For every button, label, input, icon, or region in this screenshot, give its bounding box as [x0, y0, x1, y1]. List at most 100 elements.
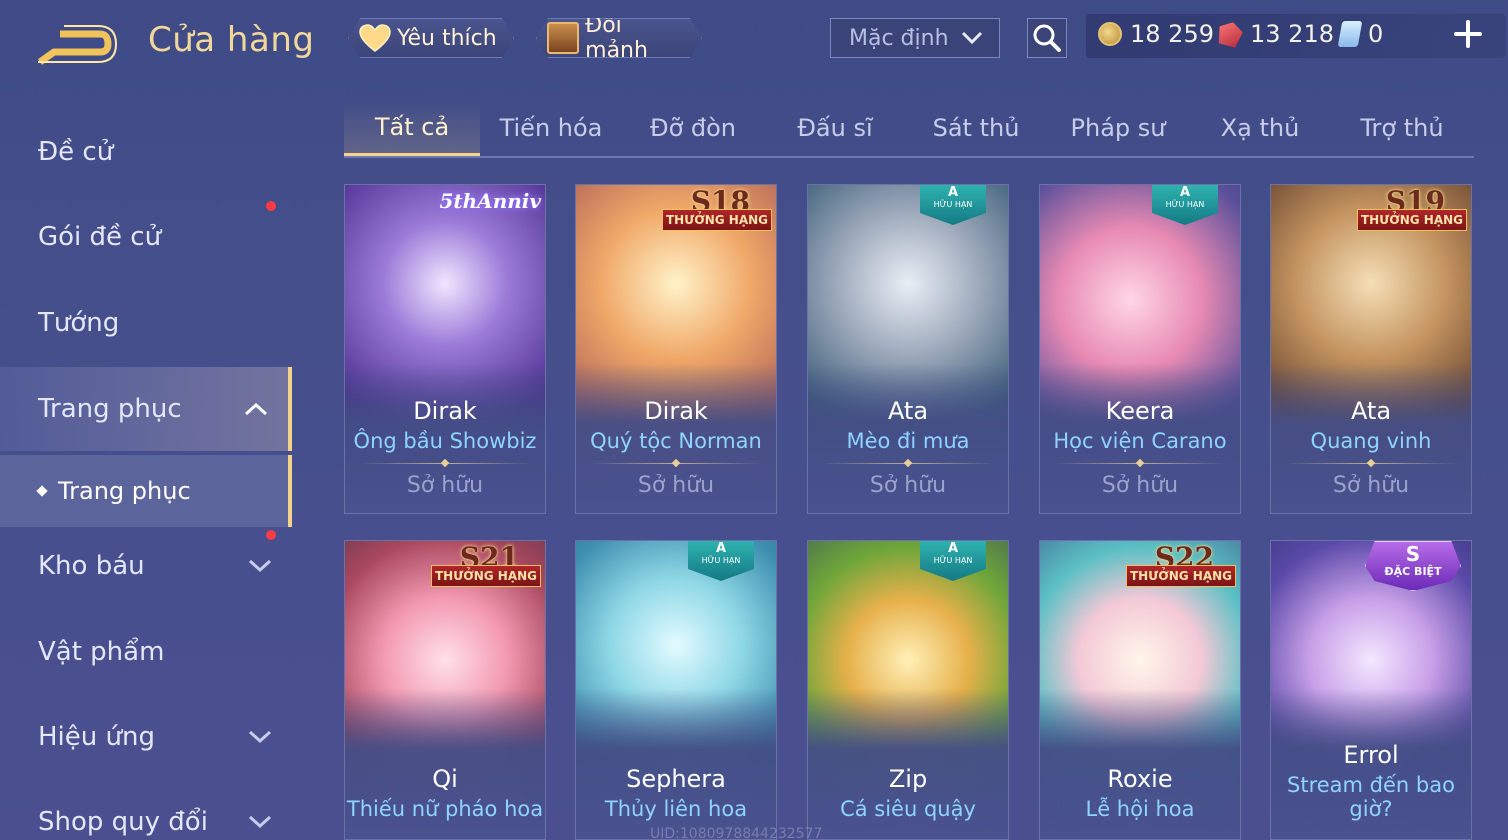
hero-name: Dirak	[644, 397, 708, 425]
sidebar-item-featured[interactable]: Đề cử	[0, 110, 292, 194]
tab-mage[interactable]: Pháp sư	[1046, 100, 1190, 156]
category-tabs: Tất cả Tiến hóa Đỡ đòn Đấu sĩ Sát thủ Ph…	[344, 100, 1474, 158]
chevron-up-icon	[244, 402, 268, 416]
owned-status: Sở hữu	[1332, 473, 1410, 498]
search-icon	[1033, 24, 1061, 52]
tier-letter: A	[1179, 185, 1191, 200]
heart-icon	[359, 24, 391, 52]
skin-card[interactable]: S19 THƯỞNG HẠNG Ata Quang vinh Sở hữu	[1270, 184, 1472, 514]
gold-amount: 18 259	[1130, 20, 1214, 48]
ticket-balance: 0	[1337, 20, 1384, 48]
page-title: Cửa hàng	[148, 20, 315, 60]
sidebar-item-heroes[interactable]: Tướng	[0, 281, 292, 365]
skin-card[interactable]: A HỮU HẠN Zip Cá siêu quậy	[807, 540, 1009, 840]
sidebar-item-label: Trang phục	[38, 394, 182, 424]
gold-balance: 18 259	[1098, 20, 1214, 48]
plus-icon	[1454, 20, 1482, 48]
skin-card[interactable]: A HỮU HẠN Sephera Thủy liên hoa	[575, 540, 777, 840]
sidebar-item-skins[interactable]: Trang phục	[0, 367, 292, 451]
divider	[1054, 463, 1226, 464]
tab-all[interactable]: Tất cả	[344, 100, 480, 156]
rank-reward-badge: S21 THƯỞNG HẠNG	[429, 541, 541, 591]
sort-dropdown[interactable]: Mặc định	[830, 18, 1000, 58]
tab-label: Đỡ đòn	[649, 114, 737, 142]
rank-label: THƯỞNG HẠNG	[662, 209, 772, 231]
sidebar: Đề cử Gói đề cử Tướng Trang phục Trang p…	[0, 100, 292, 840]
divider	[1285, 463, 1457, 464]
skin-name: Mèo đi mưa	[846, 429, 970, 453]
rank-reward-badge: S18 THƯỞNG HẠNG	[660, 185, 772, 235]
sidebar-item-items[interactable]: Vật phẩm	[0, 610, 292, 694]
tier-label: HỮU HẠN	[701, 556, 741, 565]
skin-name: Quý tộc Norman	[590, 429, 762, 453]
owned-status: Sở hữu	[1101, 473, 1179, 498]
chevron-down-icon	[248, 730, 272, 744]
tier-label: HỮU HẠN	[933, 556, 973, 565]
sidebar-item-label: Hiệu ứng	[38, 722, 155, 752]
divider	[590, 463, 762, 464]
ticket-amount: 0	[1368, 20, 1384, 48]
tab-support[interactable]: Trợ thủ	[1330, 100, 1474, 156]
tab-marksman[interactable]: Xạ thủ	[1190, 100, 1330, 156]
tier-label: HỮU HẠN	[933, 200, 973, 209]
tab-label: Tất cả	[374, 112, 450, 141]
skin-card[interactable]: S ĐẶC BIỆT Errol Stream đến bao giờ?	[1270, 540, 1472, 840]
tab-tank[interactable]: Đỡ đòn	[622, 100, 764, 156]
diamond-bullet-icon	[36, 485, 48, 497]
sidebar-subitem-skins[interactable]: Trang phục	[0, 455, 292, 527]
rank-reward-badge: S22 THƯỞNG HẠNG	[1124, 541, 1236, 591]
skin-name: Học viện Carano	[1053, 429, 1227, 453]
sidebar-item-exchange-shop[interactable]: Shop quy đổi	[0, 780, 292, 840]
tab-evolution[interactable]: Tiến hóa	[480, 100, 622, 156]
owned-status: Sở hữu	[637, 473, 715, 498]
skin-name: Cá siêu quậy	[840, 797, 976, 821]
notification-dot	[266, 201, 276, 211]
skin-name: Stream đến bao giờ?	[1287, 773, 1455, 821]
tab-label: Xạ thủ	[1220, 114, 1300, 142]
uid-watermark: UID:1080978844232577	[650, 826, 823, 840]
chevron-down-icon	[961, 31, 983, 45]
favorites-button[interactable]: Yêu thích	[348, 18, 514, 58]
rank-label: THƯỞNG HẠNG	[431, 565, 541, 587]
top-up-button[interactable]	[1452, 18, 1484, 50]
tab-label: Pháp sư	[1070, 114, 1166, 142]
skin-card[interactable]: S18 THƯỞNG HẠNG Dirak Quý tộc Norman Sở …	[575, 184, 777, 514]
voucher-icon	[1337, 21, 1363, 47]
sidebar-item-treasure[interactable]: Kho báu	[0, 524, 292, 608]
exchange-label: Đổi mảnh	[585, 13, 648, 63]
hero-name: Sephera	[626, 765, 726, 793]
skin-card[interactable]: S22 THƯỞNG HẠNG Roxie Lễ hội hoa	[1039, 540, 1241, 840]
hero-name: Keera	[1105, 397, 1175, 425]
gold-coin-icon	[1098, 22, 1122, 46]
tab-label: Đấu sĩ	[797, 114, 873, 142]
gem-balance: 13 218	[1218, 20, 1334, 48]
hero-name: Zip	[888, 765, 928, 793]
skin-name: Ông bầu Showbiz	[353, 429, 537, 453]
chevron-down-icon	[248, 559, 272, 573]
divider	[822, 463, 994, 464]
sidebar-item-featured-packs[interactable]: Gói đề cử	[0, 195, 292, 279]
skin-card[interactable]: A HỮU HẠN Ata Mèo đi mưa Sở hữu	[807, 184, 1009, 514]
tab-fighter[interactable]: Đấu sĩ	[764, 100, 906, 156]
sidebar-item-label: Shop quy đổi	[38, 807, 208, 837]
sidebar-item-label: Tướng	[38, 308, 120, 338]
skin-card[interactable]: S21 THƯỞNG HẠNG Qi Thiếu nữ pháo hoa	[344, 540, 546, 840]
sidebar-item-label: Kho báu	[38, 551, 145, 581]
skin-card[interactable]: A HỮU HẠN Keera Học viện Carano Sở hữu	[1039, 184, 1241, 514]
chevron-down-icon	[248, 815, 272, 829]
search-button[interactable]	[1027, 18, 1067, 58]
back-button[interactable]	[37, 22, 118, 66]
anniversary-badge: 5thAnniv	[439, 189, 541, 213]
exchange-shards-button[interactable]: Đổi mảnh	[536, 18, 702, 58]
tier-letter: A	[947, 541, 959, 556]
rank-label: THƯỞNG HẠNG	[1126, 565, 1236, 587]
back-arrow-icon	[37, 25, 118, 65]
rank-label: THƯỞNG HẠNG	[1357, 209, 1467, 231]
skin-name: Thiếu nữ pháo hoa	[346, 797, 544, 821]
tab-assassin[interactable]: Sát thủ	[906, 100, 1046, 156]
sidebar-item-effects[interactable]: Hiệu ứng	[0, 695, 292, 779]
tab-label: Trợ thủ	[1360, 114, 1444, 142]
sidebar-subitem-label: Trang phục	[58, 477, 191, 505]
tier-letter: A	[947, 185, 959, 200]
skin-card[interactable]: 5thAnniv Dirak Ông bầu Showbiz Sở hữu	[344, 184, 546, 514]
